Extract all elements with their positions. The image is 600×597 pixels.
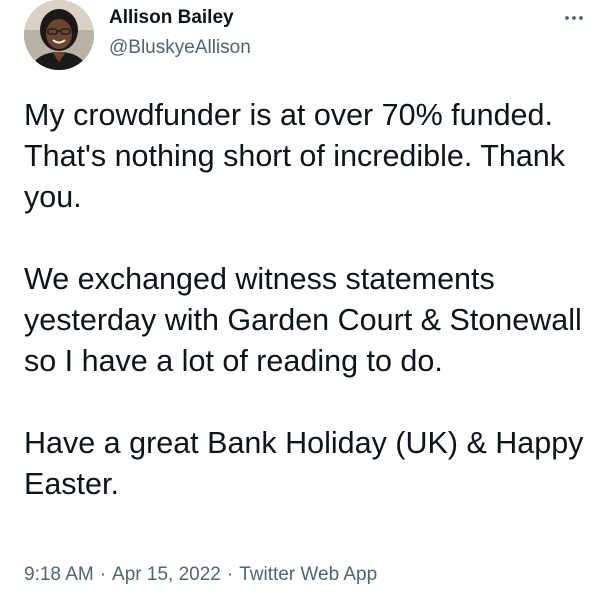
tweet-date[interactable]: Apr 15, 2022 (112, 564, 221, 586)
tweet-source[interactable]: Twitter Web App (239, 564, 377, 586)
author-handle[interactable]: @BluskyeAllison (109, 37, 251, 59)
avatar-image (24, 0, 94, 70)
tweet-paragraph: We exchanged witness statements yesterda… (24, 262, 582, 378)
avatar[interactable] (24, 0, 94, 70)
separator: · (99, 564, 107, 585)
more-horizontal-icon[interactable] (562, 6, 586, 30)
tweet: Allison Bailey @BluskyeAllison My crowdf… (0, 0, 600, 597)
tweet-paragraph: My crowdfunder is at over 70% funded. Th… (24, 98, 566, 214)
tweet-text: My crowdfunder is at over 70% funded. Th… (24, 95, 584, 505)
tweet-time[interactable]: 9:18 AM (24, 564, 94, 586)
tweet-paragraph: Have a great Bank Holiday (UK) & Happy E… (24, 426, 584, 501)
separator: · (226, 564, 234, 585)
author-name[interactable]: Allison Bailey (109, 7, 234, 29)
tweet-metadata: 9:18 AM · Apr 15, 2022 · Twitter Web App (24, 564, 377, 586)
